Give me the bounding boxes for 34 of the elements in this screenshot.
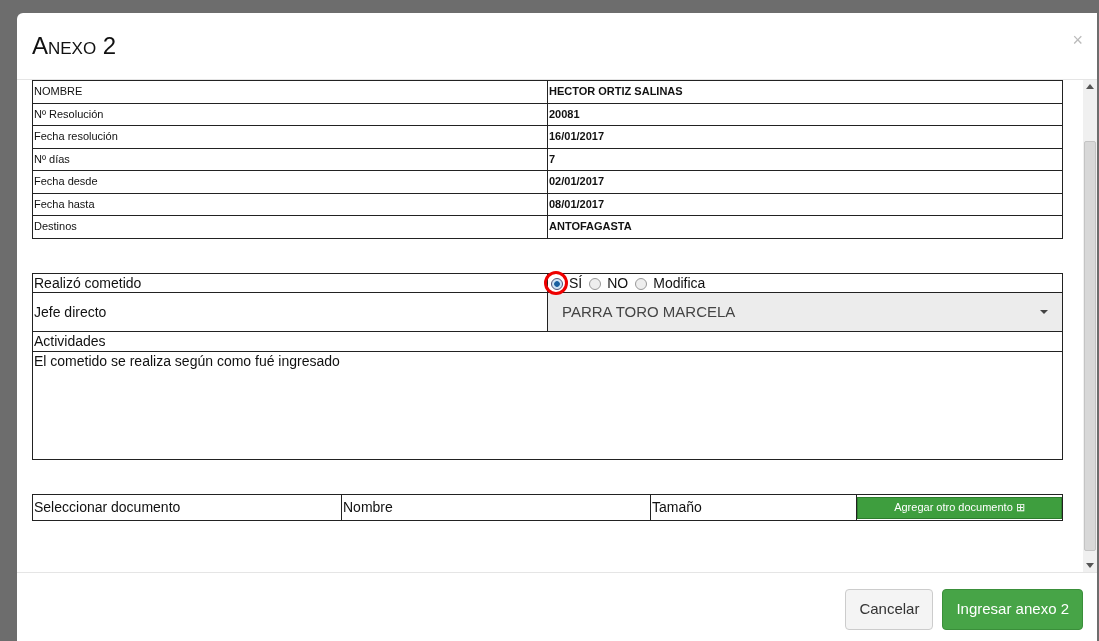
field-value: 08/01/2017 [549, 197, 605, 210]
field-label: Realizó cometido [34, 274, 142, 291]
column-header: Tamaño [652, 499, 702, 516]
caret-icon [1040, 310, 1048, 315]
radio-label: Modifica [653, 274, 706, 291]
select-field[interactable]: PARRA TORO MARCELA [548, 293, 1062, 332]
text-area[interactable]: El cometido se realiza según como fué ingresado [32, 351, 1063, 460]
field-label: Fecha hasta [34, 197, 95, 210]
field-label: Fecha desde [34, 175, 98, 188]
field-label: Jefe directo [34, 303, 107, 320]
field-label: Nº Resolución [34, 107, 104, 120]
column-header: Nombre [343, 499, 393, 516]
scroll-up-icon[interactable] [1086, 84, 1094, 89]
field-label: Fecha resolución [34, 130, 118, 143]
column-header: Seleccionar documento [34, 499, 181, 516]
radio-button[interactable] [635, 277, 648, 290]
field-value: 20081 [549, 107, 580, 120]
scrollbar[interactable] [1083, 80, 1097, 572]
scroll-down-icon[interactable] [1086, 563, 1094, 568]
field-value: HECTOR ORTIZ SALINAS [549, 85, 683, 98]
modal-title: Anexo 2 [32, 31, 117, 61]
field-label: NOMBRE [34, 85, 83, 98]
field-value: ANTOFAGASTA [549, 220, 632, 233]
field-label: Destinos [34, 220, 77, 233]
radio-button[interactable] [551, 277, 563, 290]
field-label: Nº días [34, 152, 70, 165]
radio-button[interactable] [589, 277, 602, 290]
field-value: 02/01/2017 [549, 175, 605, 188]
cancel-button[interactable]: Cancelar [845, 589, 934, 630]
field-label: Actividades [34, 333, 106, 350]
radio-label: NO [607, 274, 629, 291]
field-value: 7 [549, 152, 556, 165]
radio-label: SÍ [569, 274, 583, 291]
field-value: 16/01/2017 [549, 130, 605, 143]
